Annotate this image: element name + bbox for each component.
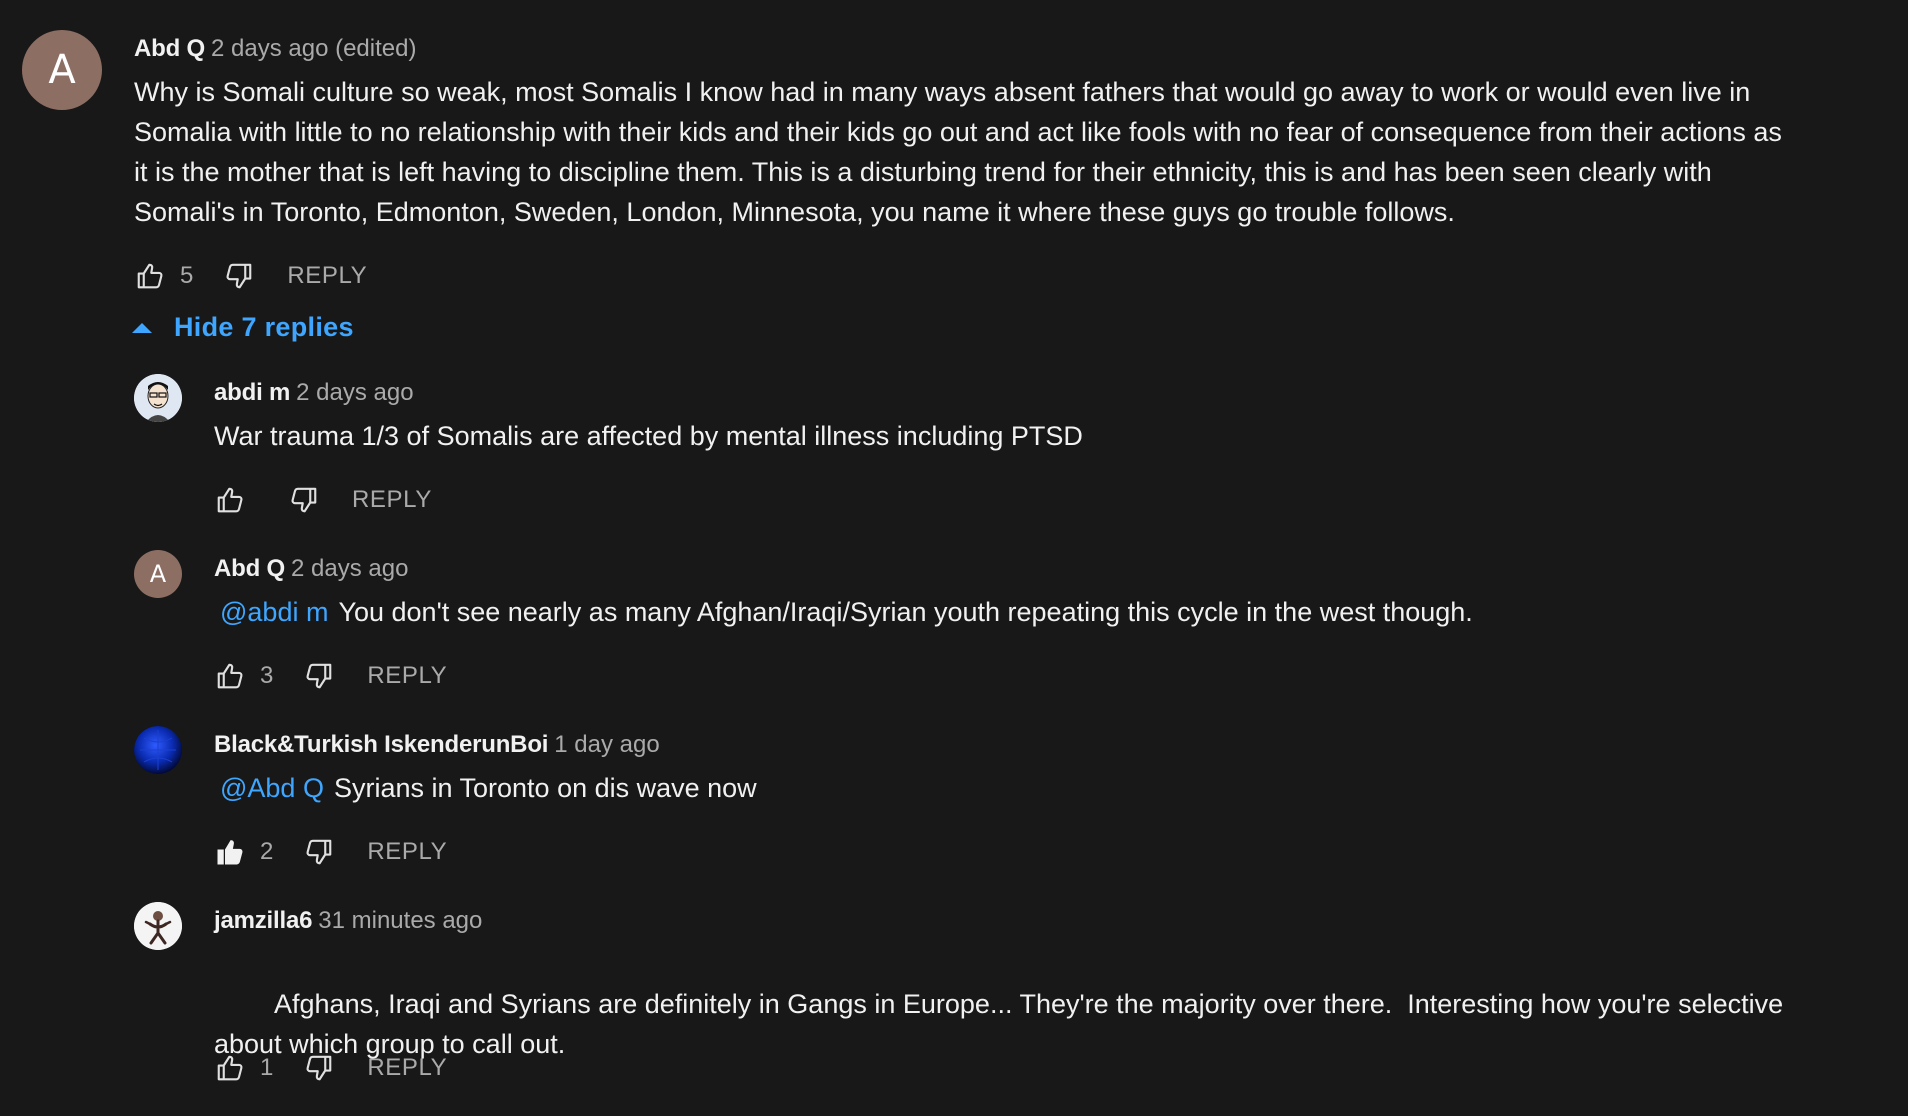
avatar[interactable]	[134, 726, 182, 774]
like-button[interactable]	[214, 660, 246, 692]
like-count: 3	[260, 662, 274, 689]
like-button-active[interactable]	[214, 836, 246, 868]
comment-timestamp[interactable]: 1 day ago	[554, 731, 659, 758]
hide-replies-button[interactable]: Hide 7 replies	[132, 312, 354, 343]
like-count: 1	[260, 1054, 274, 1081]
comment-author[interactable]: Black&Turkish IskenderunBoi	[214, 731, 548, 758]
like-count: 2	[260, 838, 274, 865]
comment-body: You don't see nearly as many Afghan/Iraq…	[338, 597, 1473, 627]
like-button[interactable]	[214, 1052, 246, 1084]
comment-actions: 1 REPLY	[214, 1048, 447, 1088]
comment-actions: 2 REPLY	[214, 832, 447, 872]
cartoon-face-avatar	[134, 374, 182, 422]
comment-text: Afghans, Iraqi and Syrians are definitel…	[214, 944, 1784, 1104]
reply-button[interactable]: REPLY	[367, 838, 447, 866]
comment-actions: 3 REPLY	[214, 656, 447, 696]
thumb-up-icon	[217, 1055, 243, 1081]
thumb-down-icon	[306, 1055, 332, 1081]
comment-author[interactable]: Abd Q	[134, 35, 205, 62]
comment-body: War trauma 1/3 of Somalis are affected b…	[214, 421, 1083, 451]
dislike-button[interactable]	[223, 260, 255, 292]
comment-actions: REPLY	[214, 480, 432, 520]
comment-author[interactable]: Abd Q	[214, 555, 285, 582]
avatar-letter: A	[149, 560, 167, 588]
thumb-down-icon	[306, 663, 332, 689]
avatar[interactable]: A	[134, 550, 182, 598]
blue-globe-avatar	[134, 726, 182, 774]
caret-up-icon	[132, 322, 152, 333]
comment-text: @Abd Q Syrians in Toronto on dis wave now	[214, 768, 1784, 808]
comment-timestamp[interactable]: 2 days ago (edited)	[211, 35, 416, 62]
figure-sketch-avatar	[134, 902, 182, 950]
comment-header: abdi m2 days ago	[214, 378, 1784, 408]
thumb-up-icon	[137, 263, 163, 289]
comment-header: Black&Turkish IskenderunBoi 1 day ago	[214, 730, 1784, 760]
thumb-down-icon	[306, 839, 332, 865]
thumb-down-icon	[226, 263, 252, 289]
comment-body: Afghans, Iraqi and Syrians are definitel…	[214, 989, 1791, 1059]
avatar[interactable]: A	[22, 30, 102, 110]
reply-button[interactable]: REPLY	[367, 662, 447, 690]
thumb-down-icon	[291, 487, 317, 513]
avatar[interactable]	[134, 902, 182, 950]
comment-text: Why is Somali culture so weak, most Soma…	[134, 77, 1782, 227]
avatar[interactable]	[134, 374, 182, 422]
thumb-up-filled-icon	[217, 840, 243, 865]
comment-timestamp[interactable]: 31 minutes ago	[318, 907, 482, 934]
reply-button[interactable]: REPLY	[367, 1054, 447, 1082]
dislike-button[interactable]	[288, 484, 320, 516]
comment-text: War trauma 1/3 of Somalis are affected b…	[214, 416, 1784, 456]
comment-author[interactable]: abdi m	[214, 379, 290, 406]
dislike-button[interactable]	[303, 660, 335, 692]
avatar-letter: A	[48, 47, 76, 93]
reply-button[interactable]: REPLY	[352, 486, 432, 514]
hide-replies-label: Hide 7 replies	[174, 312, 354, 342]
mention-link[interactable]: @Abd Q	[220, 773, 324, 803]
comment-header: Abd Q2 days ago (edited)	[134, 34, 1784, 64]
dislike-button[interactable]	[303, 836, 335, 868]
comment-author[interactable]: jamzilla6	[214, 907, 312, 934]
mention-link[interactable]: @abdi m	[220, 597, 328, 627]
dislike-button[interactable]	[303, 1052, 335, 1084]
like-button[interactable]	[214, 484, 246, 516]
comment-body: Syrians in Toronto on dis wave now	[333, 773, 757, 803]
comment-thread: A Abd Q2 days ago (edited) Why is Somali…	[0, 0, 1908, 1116]
comment-header: jamzilla6 31 minutes ago	[214, 906, 1784, 936]
like-button[interactable]	[134, 260, 166, 292]
reply-button[interactable]: REPLY	[287, 262, 367, 290]
comment-header: Abd Q2 days ago	[214, 554, 1784, 584]
thumb-up-icon	[217, 487, 243, 513]
like-count: 5	[180, 262, 194, 289]
comment-text: @abdi m You don't see nearly as many Afgh…	[214, 592, 1784, 632]
comment-timestamp[interactable]: 2 days ago	[296, 379, 413, 406]
thumb-up-icon	[217, 663, 243, 689]
comment-timestamp[interactable]: 2 days ago	[291, 555, 408, 582]
comment-actions: 5 REPLY	[134, 256, 367, 296]
